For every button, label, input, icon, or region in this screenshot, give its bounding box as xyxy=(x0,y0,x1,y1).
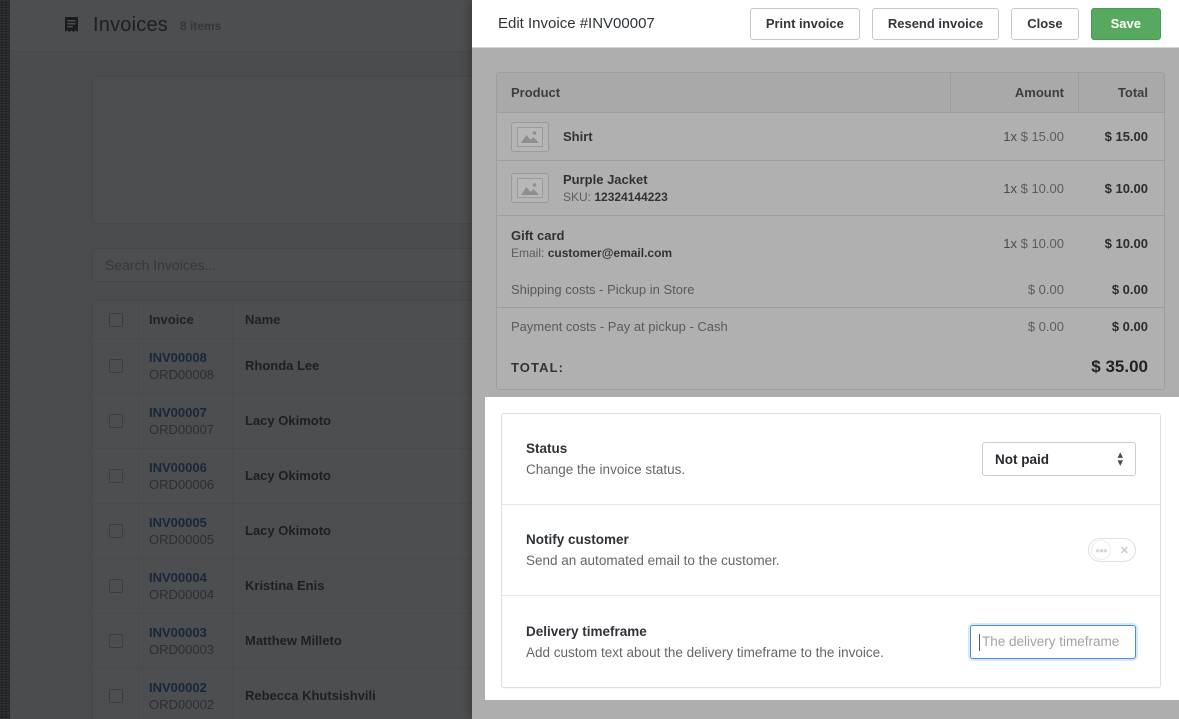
modal-items-section: Product Amount Total Shirt 1x $ 15.00$ 15… xyxy=(472,48,1179,397)
delivery-description: Add custom text about the delivery timef… xyxy=(526,645,970,660)
fee-total: $ 0.00 xyxy=(1078,319,1164,334)
items-column-product: Product xyxy=(497,85,950,100)
product-name: Shirt xyxy=(563,129,593,144)
items-lines: Shirt 1x $ 15.00$ 15.00 Purple Jacket SKU: … xyxy=(497,113,1164,271)
invoice-fee-row: Shipping costs - Pickup in Store $ 0.00$ … xyxy=(497,271,1164,308)
items-header-row: Product Amount Total xyxy=(497,73,1164,113)
product-amount: 1x $ 15.00 xyxy=(950,129,1078,144)
product-name: Gift card xyxy=(511,228,564,243)
delivery-timeframe-placeholder: The delivery timeframe xyxy=(980,634,1119,649)
modal-settings-section: Status Change the invoice status. Not pa… xyxy=(485,397,1179,700)
modal-title: Edit Invoice #INV00007 xyxy=(498,15,738,32)
product-amount: 1x $ 10.00 xyxy=(950,236,1078,251)
status-selected-value: Not paid xyxy=(995,452,1117,467)
invoice-items-table: Product Amount Total Shirt 1x $ 15.00$ 15… xyxy=(496,72,1165,390)
save-button[interactable]: Save xyxy=(1091,8,1161,40)
items-column-total: Total xyxy=(1078,73,1164,112)
notify-description: Send an automated email to the customer. xyxy=(526,553,1088,568)
product-name: Purple Jacket xyxy=(563,172,648,187)
close-icon: ✕ xyxy=(1120,544,1129,557)
product-subtext: SKU: 12324144223 xyxy=(563,189,668,205)
text-caret xyxy=(979,634,980,651)
print-invoice-button[interactable]: Print invoice xyxy=(750,8,860,40)
status-description: Change the invoice status. xyxy=(526,462,982,477)
items-fees: Shipping costs - Pickup in Store$ 0.00$ … xyxy=(497,271,1164,345)
toggle-knob: ●●● xyxy=(1091,540,1111,560)
chevron-updown-icon: ▴▾ xyxy=(1117,451,1123,467)
product-image-placeholder-icon xyxy=(511,122,549,152)
product-amount: 1x $ 10.00 xyxy=(950,181,1078,196)
modal-header: Edit Invoice #INV00007 Print invoice Res… xyxy=(472,0,1179,48)
invoice-item-row[interactable]: Gift card Email: customer@email.com 1x $ 1… xyxy=(497,216,1164,271)
fee-name: Payment costs - Pay at pickup - Cash xyxy=(511,319,728,334)
settings-card: Status Change the invoice status. Not pa… xyxy=(501,413,1161,688)
product-subtext: Email: customer@email.com xyxy=(511,245,672,261)
fee-name: Shipping costs - Pickup in Store xyxy=(511,282,695,297)
product-total: $ 15.00 xyxy=(1078,129,1164,144)
delivery-timeframe-input[interactable]: The delivery timeframe xyxy=(970,625,1136,659)
setting-row-notify: Notify customer Send an automated email … xyxy=(502,505,1160,596)
invoice-item-row[interactable]: Purple Jacket SKU: 12324144223 1x $ 10.00$… xyxy=(497,161,1164,216)
fee-total: $ 0.00 xyxy=(1078,282,1164,297)
product-total: $ 10.00 xyxy=(1078,181,1164,196)
resend-invoice-button[interactable]: Resend invoice xyxy=(872,8,999,40)
items-total-label: TOTAL: xyxy=(497,360,1091,375)
status-select[interactable]: Not paid ▴▾ xyxy=(982,442,1136,476)
product-image-placeholder-icon xyxy=(511,173,549,203)
items-column-amount: Amount xyxy=(950,73,1078,112)
invoice-fee-row: Payment costs - Pay at pickup - Cash $ 0.… xyxy=(497,308,1164,345)
close-button[interactable]: Close xyxy=(1011,8,1078,40)
setting-row-status: Status Change the invoice status. Not pa… xyxy=(502,414,1160,505)
product-total: $ 10.00 xyxy=(1078,236,1164,251)
items-total-row: TOTAL: $ 35.00 xyxy=(497,345,1164,389)
status-title: Status xyxy=(526,441,982,456)
fee-amount: $ 0.00 xyxy=(950,282,1078,297)
edit-invoice-modal: Edit Invoice #INV00007 Print invoice Res… xyxy=(472,0,1179,719)
items-total-value: $ 35.00 xyxy=(1091,357,1164,377)
notify-customer-toggle[interactable]: ●●● ✕ xyxy=(1088,538,1136,562)
invoice-item-row[interactable]: Shirt 1x $ 15.00$ 15.00 xyxy=(497,113,1164,161)
delivery-title: Delivery timeframe xyxy=(526,624,970,639)
fee-amount: $ 0.00 xyxy=(950,319,1078,334)
setting-row-delivery: Delivery timeframe Add custom text about… xyxy=(502,596,1160,687)
notify-title: Notify customer xyxy=(526,532,1088,547)
